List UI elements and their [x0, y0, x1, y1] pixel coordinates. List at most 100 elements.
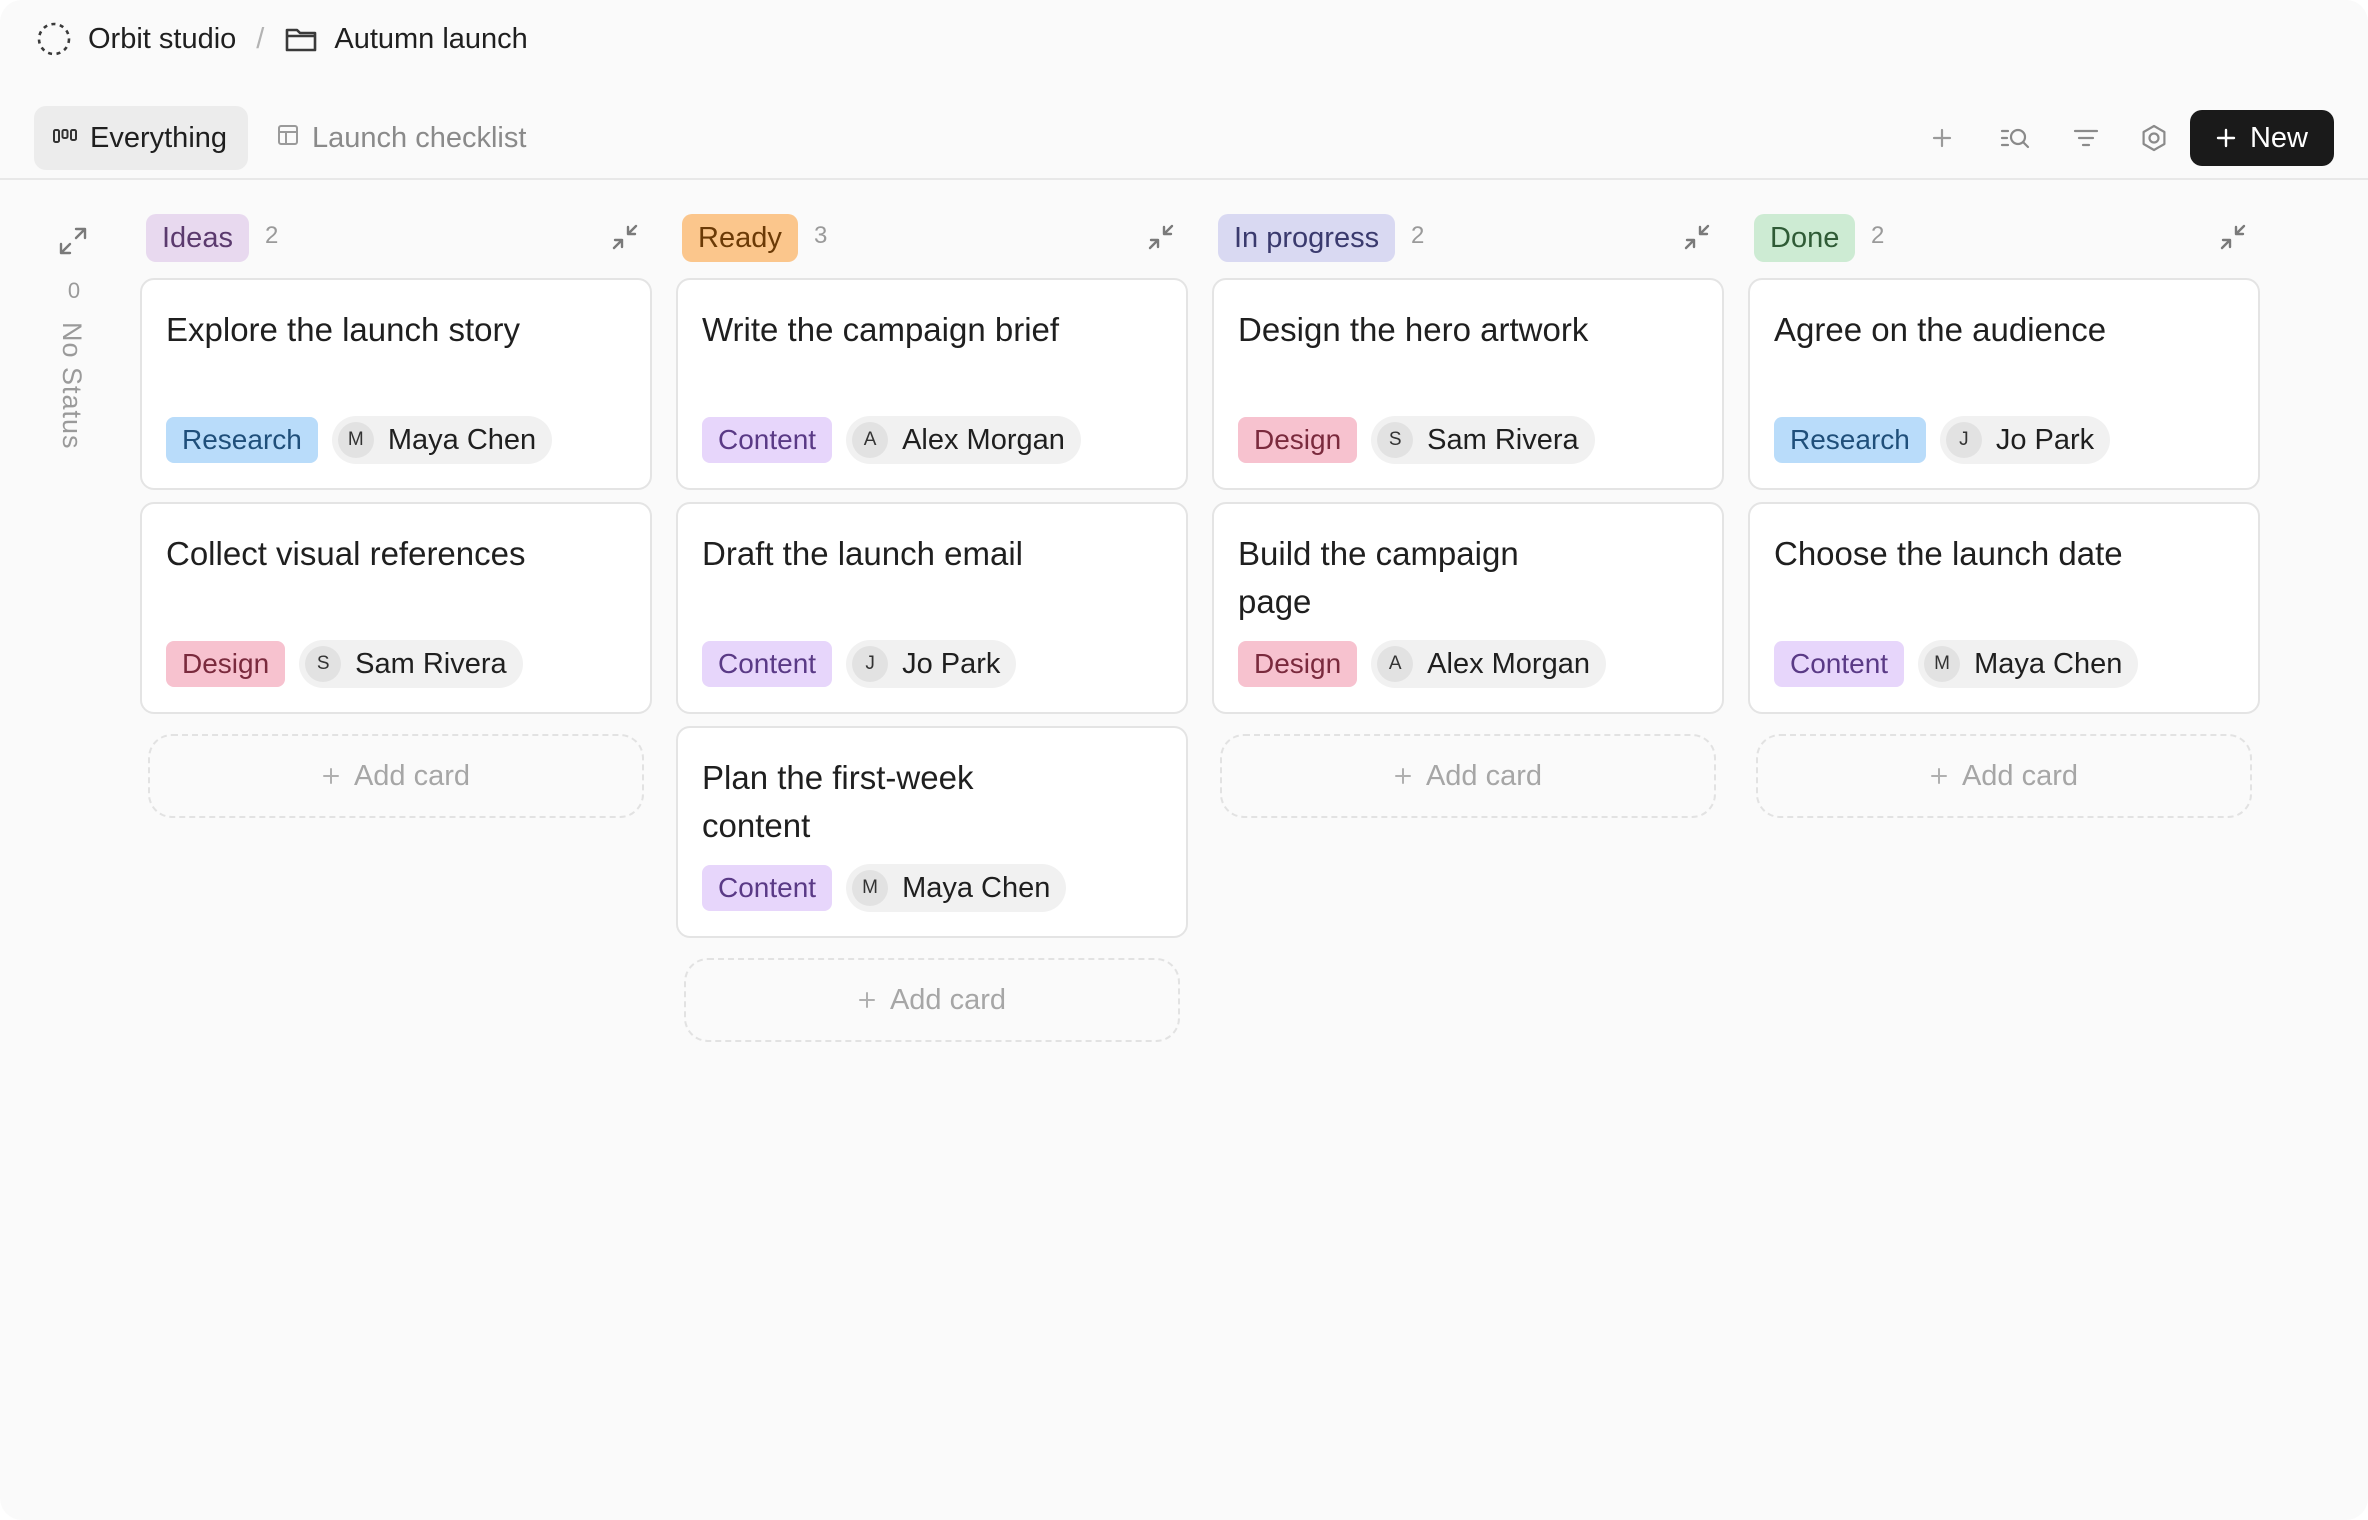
- avatar: J: [852, 646, 889, 682]
- no-status-count: 0: [67, 278, 81, 303]
- task-card[interactable]: Choose the launch date Content M Maya Chen: [1748, 502, 2260, 714]
- add-card-button[interactable]: Add card: [684, 958, 1180, 1042]
- plus-icon: [322, 768, 339, 784]
- collapse-column-button[interactable]: [1144, 220, 1178, 254]
- tag-badge[interactable]: Design: [1238, 417, 1358, 463]
- breadcrumb-separator: /: [256, 22, 265, 55]
- assignee-chip[interactable]: J Jo Park: [846, 640, 1017, 688]
- assignee-chip[interactable]: M Maya Chen: [1918, 640, 2139, 688]
- board-column-done: Done 2 Agree on the audience Research J Jo Pa…: [1748, 210, 2260, 818]
- status-pill[interactable]: In progress: [1218, 214, 1396, 262]
- collapse-column-button[interactable]: [1680, 220, 1714, 254]
- tag-badge[interactable]: Content: [702, 641, 833, 687]
- tag-badge[interactable]: Design: [1238, 641, 1358, 687]
- assignee-name: Sam Rivera: [355, 647, 507, 680]
- tab-everything-label: Everything: [90, 121, 228, 154]
- collapse-column-button[interactable]: [2216, 220, 2250, 254]
- add-card-label: Add card: [889, 983, 1007, 1016]
- card-meta: Research J Jo Park: [1774, 416, 2111, 464]
- table-view-icon: [276, 122, 300, 155]
- settings-button[interactable]: [2134, 118, 2174, 158]
- task-card[interactable]: Agree on the audience Research J Jo Park: [1748, 278, 2260, 490]
- breadcrumb: Orbit studio / Autumn launch: [36, 18, 528, 60]
- board-column-ideas: Ideas 2 Explore the launch story Research M M…: [140, 210, 652, 818]
- assignee-chip[interactable]: M Maya Chen: [331, 416, 553, 464]
- card-meta: Design S Sam Rivera: [166, 640, 523, 688]
- filter-button[interactable]: [2066, 118, 2106, 158]
- add-card-button[interactable]: Add card: [1756, 734, 2252, 818]
- card-meta: Design A Alex Morgan: [1238, 640, 1606, 688]
- search-button[interactable]: [1996, 118, 2036, 158]
- avatar: A: [852, 422, 889, 458]
- task-card[interactable]: Write the campaign brief Content A Alex Mor…: [676, 278, 1188, 490]
- tag-badge[interactable]: Research: [1774, 417, 1926, 463]
- collapse-icon: [1684, 224, 1710, 250]
- tag-badge[interactable]: Design: [166, 641, 286, 687]
- task-card[interactable]: Explore the launch story Research M Maya Ch…: [140, 278, 652, 490]
- assignee-chip[interactable]: A Alex Morgan: [1371, 640, 1606, 688]
- card-title: Build the campaign page: [1238, 535, 1519, 620]
- column-header: Ideas 2: [140, 210, 652, 266]
- card-title: Agree on the audience: [1774, 311, 2107, 348]
- collapse-icon: [2220, 224, 2246, 250]
- collapse-icon: [1148, 224, 1174, 250]
- board-column-ready: Ready 3 Write the campaign brief Content A Al…: [676, 210, 1188, 1042]
- avatar: M: [337, 422, 374, 458]
- avatar: S: [1377, 422, 1414, 458]
- new-button-label: New: [2249, 121, 2308, 154]
- column-count: 2: [265, 222, 279, 249]
- assignee-name: Jo Park: [1995, 423, 2095, 456]
- card-title: Draft the launch email: [702, 535, 1023, 572]
- tag-badge[interactable]: Content: [1774, 641, 1905, 687]
- plus-icon: [2216, 128, 2236, 148]
- assignee-chip[interactable]: S Sam Rivera: [299, 640, 523, 688]
- tag-badge[interactable]: Content: [702, 865, 833, 911]
- add-view-button[interactable]: [1922, 118, 1962, 158]
- expand-no-status-button[interactable]: [56, 224, 90, 258]
- tag-badge[interactable]: Research: [166, 417, 318, 463]
- status-pill[interactable]: Done: [1754, 214, 1856, 262]
- task-card[interactable]: Collect visual references Design S Sam Rive…: [140, 502, 652, 714]
- assignee-name: Maya Chen: [902, 871, 1051, 904]
- plus-icon: [1930, 768, 1947, 784]
- add-card-button[interactable]: Add card: [148, 734, 644, 818]
- assignee-chip[interactable]: J Jo Park: [1939, 416, 2111, 464]
- task-card[interactable]: Draft the launch email Content J Jo Park: [676, 502, 1188, 714]
- avatar: A: [1377, 646, 1414, 682]
- add-card-button[interactable]: Add card: [1220, 734, 1716, 818]
- assignee-name: Maya Chen: [387, 423, 537, 456]
- card-title: Design the hero artwork: [1238, 311, 1589, 348]
- breadcrumb-project[interactable]: Autumn launch: [334, 23, 527, 56]
- card-meta: Content M Maya Chen: [1774, 640, 2139, 688]
- new-button[interactable]: New: [2190, 110, 2334, 166]
- collapse-column-button[interactable]: [608, 220, 642, 254]
- task-card[interactable]: Plan the first-week content Content M Maya …: [676, 726, 1188, 938]
- breadcrumb-workspace[interactable]: Orbit studio: [88, 23, 236, 56]
- assignee-chip[interactable]: M Maya Chen: [846, 864, 1067, 912]
- board-window: Orbit studio / Autumn launch Everything …: [0, 0, 2368, 1520]
- collapse-icon: [612, 224, 638, 250]
- card-meta: Design S Sam Rivera: [1238, 416, 1595, 464]
- filter-icon: [2073, 129, 2099, 147]
- task-card[interactable]: Design the hero artwork Design S Sam Rivera: [1212, 278, 1724, 490]
- assignee-chip[interactable]: S Sam Rivera: [1371, 416, 1595, 464]
- card-title: Collect visual references: [166, 535, 526, 572]
- tab-checklist-label: Launch checklist: [312, 121, 527, 154]
- card-title: Choose the launch date: [1774, 535, 2123, 572]
- task-card[interactable]: Build the campaign page Design A Alex Morga…: [1212, 502, 1724, 714]
- tag-badge[interactable]: Content: [702, 417, 833, 463]
- card-title: Plan the first-week content: [702, 759, 974, 844]
- card-meta: Content A Alex Morgan: [702, 416, 1081, 464]
- avatar: J: [1945, 422, 1982, 458]
- status-pill[interactable]: Ideas: [146, 214, 249, 262]
- plus-icon: [858, 992, 875, 1008]
- assignee-chip[interactable]: A Alex Morgan: [846, 416, 1081, 464]
- assignee-name: Sam Rivera: [1427, 423, 1579, 456]
- assignee-name: Jo Park: [902, 647, 1001, 680]
- status-pill[interactable]: Ready: [682, 214, 798, 262]
- tab-everything[interactable]: Everything: [34, 106, 248, 170]
- column-count: 3: [814, 222, 828, 249]
- card-meta: Research M Maya Chen: [166, 416, 553, 464]
- no-status-label: No Status: [57, 322, 87, 450]
- tab-launch-checklist[interactable]: Launch checklist: [258, 106, 544, 170]
